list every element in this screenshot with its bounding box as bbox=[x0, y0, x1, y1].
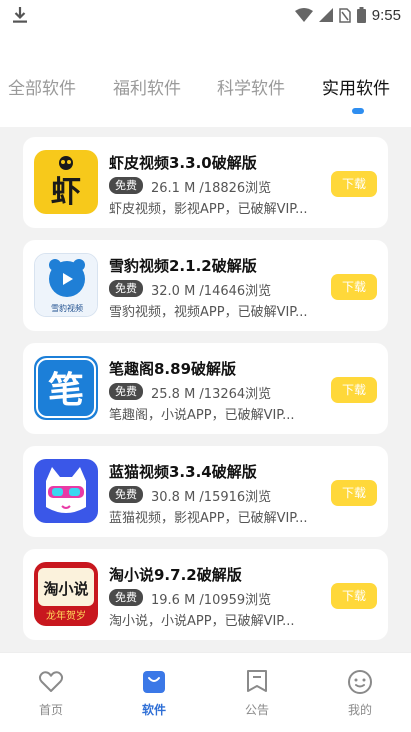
app-description: 虾皮视频，影视APP，已破解VIP... bbox=[109, 202, 308, 217]
svg-text:龙年贺岁: 龙年贺岁 bbox=[46, 609, 86, 622]
nav-software-label: 软件 bbox=[141, 703, 166, 717]
nav-mine-label: 我的 bbox=[347, 703, 372, 717]
app-icon-biquge: 笔 bbox=[34, 356, 98, 420]
app-title: 淘小说9.7.2破解版 bbox=[109, 566, 242, 584]
tab-all-software[interactable]: 全部软件 bbox=[8, 74, 76, 99]
free-badge: 免费 bbox=[109, 280, 143, 297]
app-description: 雪豹视频，视频APP，已破解VIP... bbox=[109, 305, 308, 320]
no-sim-icon bbox=[339, 7, 351, 23]
free-badge: 免费 bbox=[109, 383, 143, 400]
app-icon-xuebao: 雪豹视频 bbox=[34, 253, 98, 317]
app-icon-xiapi: 虾 bbox=[34, 150, 98, 214]
app-description: 淘小说，小说APP，已破解VIP... bbox=[109, 614, 295, 629]
app-description: 笔趣阁，小说APP，已破解VIP... bbox=[109, 408, 295, 423]
smile-icon bbox=[348, 670, 372, 694]
app-title: 笔趣阁8.89破解版 bbox=[109, 360, 237, 378]
heart-icon bbox=[38, 671, 64, 692]
bag-icon bbox=[143, 671, 165, 693]
free-badge: 免费 bbox=[109, 589, 143, 606]
app-size-views: 19.6 M /10959浏览 bbox=[151, 593, 272, 608]
svg-text:淘小说: 淘小说 bbox=[42, 580, 88, 598]
tab-science-software[interactable]: 科学软件 bbox=[217, 74, 285, 99]
list-item[interactable]: 虾 虾皮视频3.3.0破解版 免费 26.1 M /18826浏览 虾皮视频，影… bbox=[23, 137, 388, 228]
app-title: 雪豹视频2.1.2破解版 bbox=[109, 257, 257, 275]
nav-home-label: 首页 bbox=[38, 703, 63, 717]
svg-text:雪豹视频: 雪豹视频 bbox=[51, 303, 83, 313]
app-icon-taoxiaoshuo: 淘小说 龙年贺岁 bbox=[34, 562, 98, 626]
tab-welfare-software[interactable]: 福利软件 bbox=[113, 74, 181, 99]
app-title: 虾皮视频3.3.0破解版 bbox=[109, 154, 257, 172]
app-description: 蓝猫视频，影视APP，已破解VIP... bbox=[109, 511, 308, 526]
bookmark-icon bbox=[247, 670, 267, 692]
download-button[interactable]: 下载 bbox=[331, 377, 377, 403]
svg-text:笔: 笔 bbox=[48, 370, 84, 411]
app-size-views: 26.1 M /18826浏览 bbox=[151, 181, 272, 196]
app-list: 虾 虾皮视频3.3.0破解版 免费 26.1 M /18826浏览 虾皮视频，影… bbox=[0, 127, 411, 652]
app-size-views: 25.8 M /13264浏览 bbox=[151, 387, 272, 402]
app-title: 蓝猫视频3.3.4破解版 bbox=[109, 463, 257, 481]
free-badge: 免费 bbox=[109, 486, 143, 503]
bottom-nav: 首页 软件 公告 我的 bbox=[0, 652, 411, 732]
download-button[interactable]: 下载 bbox=[331, 583, 377, 609]
status-time: 9:55 bbox=[371, 6, 401, 24]
nav-software[interactable]: 软件 bbox=[114, 653, 194, 732]
list-item[interactable]: 蓝猫视频3.3.4破解版 免费 30.8 M /15916浏览 蓝猫视频，影视A… bbox=[23, 446, 388, 537]
active-tab-indicator bbox=[352, 108, 364, 114]
free-badge: 免费 bbox=[109, 177, 143, 194]
nav-mine[interactable]: 我的 bbox=[320, 653, 400, 732]
category-tab-bar: 全部软件 福利软件 科学软件 实用软件 bbox=[0, 30, 411, 127]
download-button[interactable]: 下载 bbox=[331, 171, 377, 197]
app-icon-lanmao bbox=[34, 459, 98, 523]
app-size-views: 32.0 M /14646浏览 bbox=[151, 284, 272, 299]
nav-home[interactable]: 首页 bbox=[11, 653, 91, 732]
signal-icon bbox=[318, 8, 333, 22]
tab-utility-software[interactable]: 实用软件 bbox=[322, 74, 390, 99]
battery-icon bbox=[356, 7, 366, 23]
list-item[interactable]: 淘小说 龙年贺岁 淘小说9.7.2破解版 免费 19.6 M /10959浏览 … bbox=[23, 549, 388, 640]
wifi-icon bbox=[294, 8, 313, 22]
download-button[interactable]: 下载 bbox=[331, 274, 377, 300]
download-button[interactable]: 下载 bbox=[331, 480, 377, 506]
list-item[interactable]: 笔 笔趣阁8.89破解版 免费 25.8 M /13264浏览 笔趣阁，小说AP… bbox=[23, 343, 388, 434]
nav-announcement[interactable]: 公告 bbox=[217, 653, 297, 732]
list-item[interactable]: 雪豹视频 雪豹视频2.1.2破解版 免费 32.0 M /14646浏览 雪豹视… bbox=[23, 240, 388, 331]
nav-announcement-label: 公告 bbox=[244, 703, 269, 717]
status-bar: 9:55 bbox=[0, 0, 411, 30]
app-size-views: 30.8 M /15916浏览 bbox=[151, 490, 272, 505]
download-notification-icon bbox=[13, 7, 27, 23]
svg-text:虾: 虾 bbox=[51, 175, 81, 210]
